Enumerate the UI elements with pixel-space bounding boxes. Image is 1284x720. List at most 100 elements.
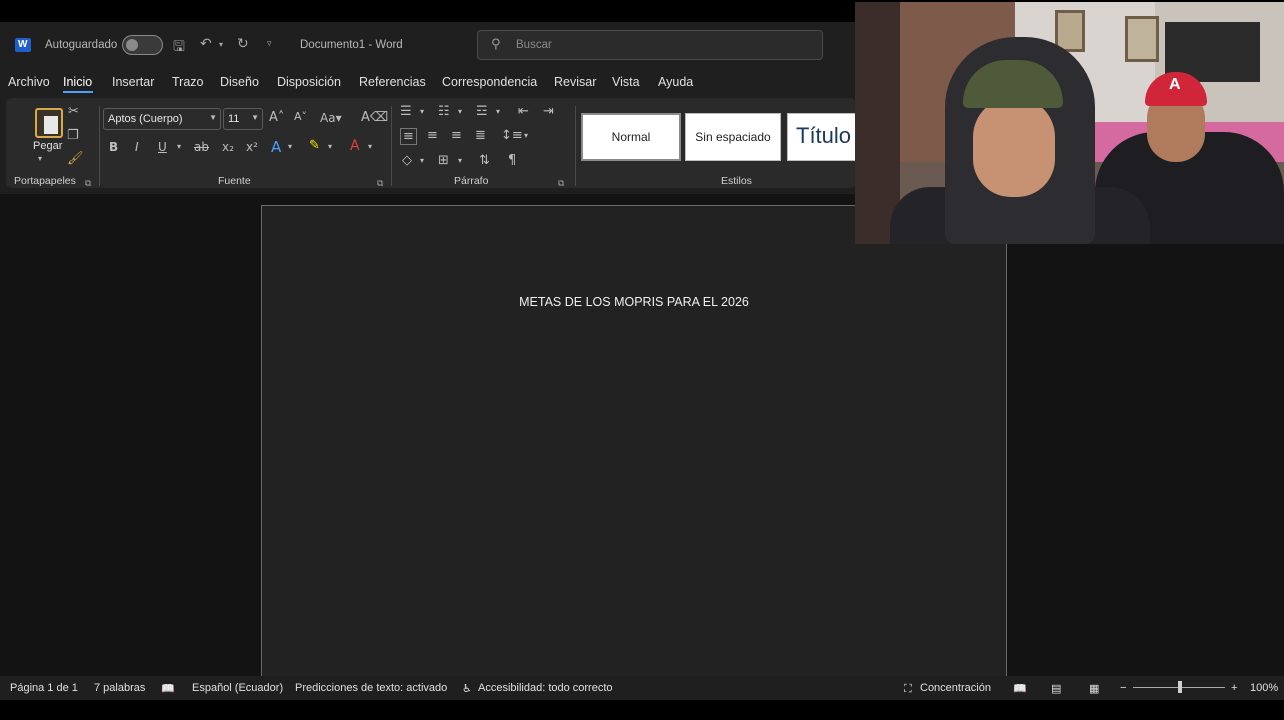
zoom-slider-thumb[interactable] <box>1178 681 1182 693</box>
font-launcher-icon[interactable]: ⧉ <box>377 178 383 189</box>
menu-revisar[interactable]: Revisar <box>554 75 596 89</box>
numbering-icon[interactable]: ☷ <box>438 104 450 119</box>
style-titulo-label: Título <box>796 123 852 148</box>
accessibility-status[interactable]: Accesibilidad: todo correcto <box>478 682 613 694</box>
sort-icon[interactable]: ⇅ <box>479 153 490 168</box>
copy-icon[interactable]: ❐ <box>67 128 79 143</box>
text-effects-dropdown-icon[interactable]: ▾ <box>288 142 292 151</box>
shading-icon[interactable]: ◇ <box>402 153 412 168</box>
grow-font-icon[interactable]: A˄ <box>269 110 284 125</box>
search-input[interactable]: Buscar <box>516 39 552 51</box>
font-name-dropdown[interactable]: Aptos (Cuerpo) ▼ <box>103 108 221 130</box>
menu-trazo[interactable]: Trazo <box>172 75 204 89</box>
autosave-toggle[interactable] <box>122 35 163 55</box>
menu-vista[interactable]: Vista <box>612 75 640 89</box>
paste-button[interactable]: Pegar <box>33 140 62 152</box>
increase-indent-icon[interactable]: ⇥ <box>543 104 554 119</box>
align-center-icon[interactable]: ≡ <box>427 128 438 143</box>
multilevel-dropdown-icon[interactable]: ▾ <box>496 107 500 116</box>
font-color-dropdown-icon[interactable]: ▾ <box>368 142 372 151</box>
document-heading[interactable]: METAS DE LOS MOPRIS PARA EL 2026 <box>262 295 1006 309</box>
save-icon[interactable]: 🖫 <box>173 36 185 60</box>
font-name-value: Aptos (Cuerpo) <box>108 113 183 125</box>
underline-icon[interactable]: U <box>158 140 167 154</box>
text-effects-icon[interactable]: A <box>271 138 281 156</box>
redo-icon[interactable]: ↻ <box>237 36 249 52</box>
menu-archivo[interactable]: Archivo <box>8 75 50 89</box>
change-case-icon[interactable]: Aa▾ <box>320 111 342 125</box>
ribbon-panel: Pegar ▾ ✂ ❐ 🖌 Portapapeles ⧉ Aptos (Cuer… <box>6 98 856 188</box>
style-normal[interactable]: Normal <box>581 113 681 161</box>
clipboard-launcher-icon[interactable]: ⧉ <box>85 178 91 189</box>
borders-dropdown-icon[interactable]: ▾ <box>458 156 462 165</box>
zoom-level[interactable]: 100% <box>1250 682 1278 694</box>
borders-icon[interactable]: ⊞ <box>438 153 449 168</box>
italic-icon[interactable]: I <box>135 140 139 154</box>
web-layout-icon[interactable]: ▦ <box>1089 682 1099 695</box>
show-formatting-icon[interactable]: ¶ <box>508 153 516 168</box>
multilevel-list-icon[interactable]: ☲ <box>476 104 488 119</box>
menu-inicio[interactable]: Inicio <box>63 75 92 89</box>
format-painter-icon[interactable]: 🖌 <box>67 151 84 166</box>
decrease-indent-icon[interactable]: ⇤ <box>518 104 529 119</box>
undo-dropdown-icon[interactable]: ▾ <box>219 40 223 49</box>
justify-icon[interactable]: ≣ <box>475 128 486 143</box>
superscript-icon[interactable]: x² <box>246 140 258 154</box>
search-icon: ⚲ <box>491 37 501 52</box>
style-sin-espaciado[interactable]: Sin espaciado <box>685 113 781 161</box>
clear-formatting-icon[interactable]: A⌫ <box>361 110 388 125</box>
menu-correspondencia[interactable]: Correspondencia <box>442 75 537 89</box>
bold-icon[interactable]: B <box>109 140 118 154</box>
menu-insertar[interactable]: Insertar <box>112 75 154 89</box>
undo-icon[interactable]: ↶ <box>200 36 212 52</box>
webcam-door <box>855 2 900 244</box>
paste-icon[interactable] <box>35 108 63 138</box>
style-titulo[interactable]: Título <box>787 113 856 161</box>
zoom-out-icon[interactable]: − <box>1120 682 1126 694</box>
menu-disposicion[interactable]: Disposición <box>277 75 341 89</box>
webcam-overlay <box>855 2 1284 244</box>
font-color-icon[interactable]: A <box>350 138 360 154</box>
menu-diseno[interactable]: Diseño <box>220 75 259 89</box>
strikethrough-icon[interactable]: ab <box>194 140 209 154</box>
print-layout-icon[interactable]: ▤ <box>1051 682 1061 695</box>
paste-dropdown-icon[interactable]: ▾ <box>38 154 42 163</box>
line-spacing-icon[interactable]: ↕≡ <box>501 128 523 143</box>
active-tab-indicator <box>63 91 93 93</box>
font-size-dropdown[interactable]: 11 ▼ <box>223 108 263 130</box>
cut-icon[interactable]: ✂ <box>68 104 79 119</box>
focus-mode-button[interactable]: Concentración <box>920 682 991 694</box>
search-box[interactable]: ⚲ Buscar <box>477 30 823 60</box>
read-mode-icon[interactable]: 📖 <box>1013 682 1027 695</box>
shading-dropdown-icon[interactable]: ▾ <box>420 156 424 165</box>
align-left-icon[interactable]: ≡ <box>400 128 417 145</box>
align-right-icon[interactable]: ≡ <box>451 128 462 143</box>
group-divider <box>575 106 576 186</box>
word-logo-icon <box>15 38 31 52</box>
focus-icon: ⛶ <box>904 682 912 695</box>
page-count[interactable]: Página 1 de 1 <box>10 682 78 694</box>
language-status[interactable]: Español (Ecuador) <box>192 682 283 694</box>
document-title: Documento1 - Word <box>300 39 403 51</box>
numbering-dropdown-icon[interactable]: ▾ <box>458 107 462 116</box>
customize-icon[interactable]: ▿ <box>267 39 272 49</box>
chevron-down-icon: ▼ <box>209 113 217 122</box>
underline-dropdown-icon[interactable]: ▾ <box>177 142 181 151</box>
paragraph-launcher-icon[interactable]: ⧉ <box>558 178 564 189</box>
menu-ayuda[interactable]: Ayuda <box>658 75 693 89</box>
highlight-dropdown-icon[interactable]: ▾ <box>328 142 332 151</box>
highlight-icon[interactable]: ✎ <box>309 138 320 153</box>
shrink-font-icon[interactable]: A˅ <box>294 110 307 123</box>
subscript-icon[interactable]: x₂ <box>222 140 234 154</box>
text-predictions-status[interactable]: Predicciones de texto: activado <box>295 682 447 694</box>
proofing-icon[interactable]: 📖 <box>161 682 175 695</box>
bullets-icon[interactable]: ☰ <box>400 104 412 119</box>
word-count[interactable]: 7 palabras <box>94 682 145 694</box>
menu-referencias[interactable]: Referencias <box>359 75 426 89</box>
webcam-picture-frame <box>1125 16 1159 62</box>
document-page[interactable]: METAS DE LOS MOPRIS PARA EL 2026 <box>261 205 1007 680</box>
style-sin-espaciado-label: Sin espaciado <box>695 130 771 144</box>
bullets-dropdown-icon[interactable]: ▾ <box>420 107 424 116</box>
line-spacing-dropdown-icon[interactable]: ▾ <box>524 131 528 140</box>
zoom-in-icon[interactable]: + <box>1231 682 1237 694</box>
